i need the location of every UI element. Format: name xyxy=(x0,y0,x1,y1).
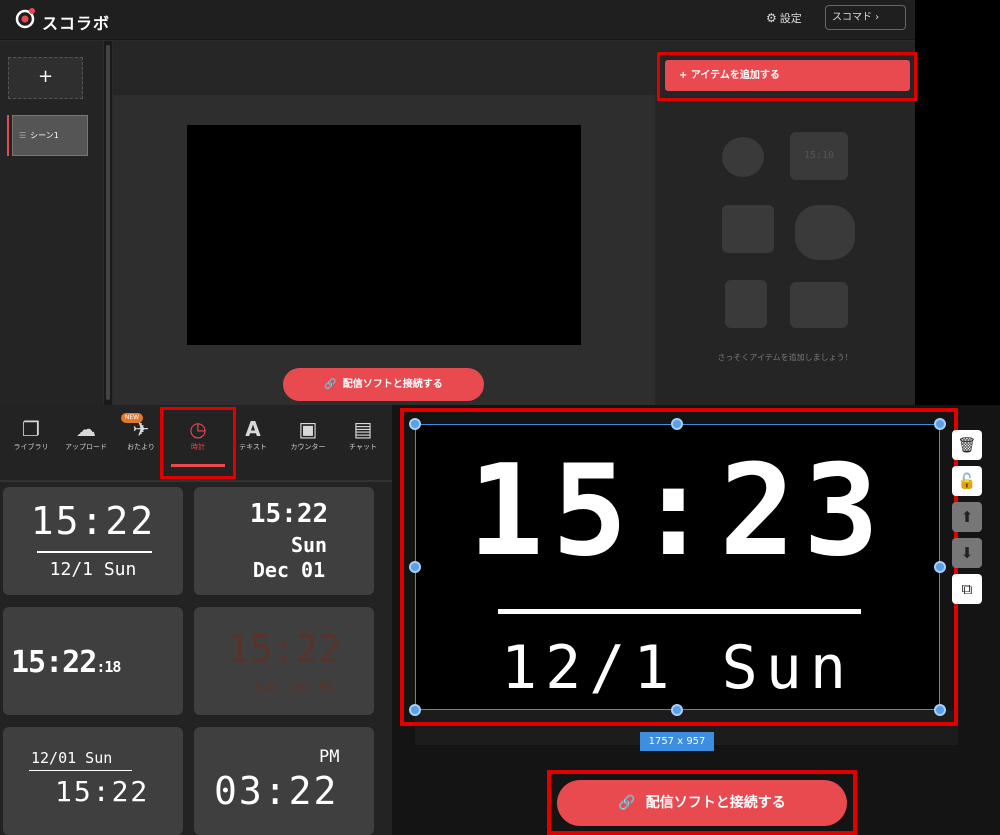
link-icon: 🔗 xyxy=(324,379,337,390)
tab-label: アップロード xyxy=(65,443,107,451)
tab-chat[interactable]: ▤ チャット xyxy=(338,410,388,470)
empty-state-hint: さっそくアイテムを追加しましょう！ xyxy=(717,353,853,362)
size-readout: 1757 x 957 xyxy=(640,732,714,751)
bring-forward-button[interactable]: ⬆ xyxy=(952,502,982,532)
preset-time: 03:22 xyxy=(214,769,339,813)
preset-date: Sun, Dec 01 xyxy=(254,680,334,694)
preset-time: 15:22 xyxy=(55,775,150,808)
connect-streaming-software-button[interactable]: 🔗 配信ソフトと接続する xyxy=(283,368,484,401)
clock-preset-card[interactable]: 15:22 Sun Dec 01 xyxy=(194,487,374,595)
scene-preview[interactable] xyxy=(187,125,581,345)
lock-button[interactable]: 🔓 xyxy=(952,466,982,496)
preset-digital-clock: 15:22:18 xyxy=(11,645,121,680)
preset-date: Dec 01 xyxy=(252,558,326,582)
brand-name: スコラボ xyxy=(42,14,111,33)
clock-preset-card[interactable]: PM 03:22 xyxy=(194,727,374,835)
layer-up-icon: ⬆ xyxy=(960,508,974,526)
clock-illustration-text: 15:10 xyxy=(803,150,835,161)
clock-preset-card[interactable]: 15:22:18 xyxy=(3,607,183,715)
webcam-illustration xyxy=(722,137,764,177)
drag-handle-icon[interactable]: ☰ xyxy=(19,131,26,140)
preset-divider xyxy=(37,551,152,553)
add-scene-button[interactable]: + xyxy=(8,57,83,99)
delete-button[interactable]: 🗑 xyxy=(952,430,982,460)
send-backward-button[interactable]: ⬇ xyxy=(952,538,982,568)
library-icon: ❐ xyxy=(22,417,40,441)
preset-ampm: PM xyxy=(319,747,340,767)
scene-active-indicator xyxy=(7,115,9,156)
clock-tab-highlight xyxy=(160,407,236,479)
tab-library[interactable]: ❐ ライブラリ xyxy=(6,410,56,470)
preset-divider xyxy=(29,770,132,771)
preset-date: 12/01 Sun xyxy=(31,749,113,767)
tab-label: ライブラリ xyxy=(13,443,49,451)
settings-button[interactable]: ⚙ 設定 xyxy=(766,10,802,26)
gift-illustration xyxy=(725,280,767,328)
connect-label: 配信ソフトと接続する xyxy=(342,379,443,390)
tab-label: カウンター xyxy=(290,443,326,451)
tab-label: テキスト xyxy=(239,443,267,451)
stage-header xyxy=(113,41,655,95)
lock-icon: 🔓 xyxy=(957,472,977,490)
text-icon: A xyxy=(245,417,261,441)
logo-icon xyxy=(15,8,35,29)
duplicate-icon: ⧉ xyxy=(961,580,973,598)
upload-icon: ☁ xyxy=(76,417,96,441)
image-illustration xyxy=(790,282,848,328)
chat-icon: ▤ xyxy=(353,417,373,441)
preset-day: Sun xyxy=(290,533,328,557)
connect-button-highlight xyxy=(547,770,857,835)
new-badge: NEW xyxy=(121,413,143,423)
clock-illustration: 15:10 xyxy=(790,132,848,180)
duplicate-button[interactable]: ⧉ xyxy=(952,574,982,604)
clock-preset-card[interactable]: 12/01 Sun 15:22 xyxy=(3,727,183,835)
settings-label: 設定 xyxy=(779,12,802,25)
book-illustration xyxy=(722,205,774,253)
tab-text[interactable]: A テキスト xyxy=(228,410,278,470)
preset-date: 12/1 Sun xyxy=(49,559,137,580)
bubbles-illustration xyxy=(795,205,855,260)
scene-label: シーン1 xyxy=(30,131,59,140)
preset-time: 15:22 xyxy=(11,645,97,680)
trash-icon: 🗑 xyxy=(957,436,977,454)
layer-down-icon: ⬇ xyxy=(960,544,974,562)
tab-upload[interactable]: ☁ アップロード xyxy=(61,410,111,470)
gear-icon: ⚙ xyxy=(766,11,777,25)
preset-time: 15:22 xyxy=(226,627,342,671)
tab-counter[interactable]: ▣ カウンター xyxy=(283,410,333,470)
clock-preset-card[interactable]: 15:22 12/1 Sun xyxy=(3,487,183,595)
counter-icon: ▣ xyxy=(298,417,318,441)
preset-time: 15:22 xyxy=(249,499,329,529)
clock-preset-card[interactable]: 15:22 Sun, Dec 01 xyxy=(194,607,374,715)
scrollbar-thumb[interactable] xyxy=(106,45,110,400)
preset-seconds: :18 xyxy=(96,658,121,676)
selection-highlight xyxy=(400,408,958,726)
scene-item[interactable]: ☰ シーン1 xyxy=(12,115,88,156)
tab-label: チャット xyxy=(349,443,377,451)
tab-label: おたより xyxy=(127,443,155,451)
tabs-divider xyxy=(0,480,392,482)
preset-time: 15:22 xyxy=(30,499,156,543)
sukomado-button[interactable]: スコマド › xyxy=(825,5,906,30)
add-item-highlight xyxy=(657,52,917,101)
